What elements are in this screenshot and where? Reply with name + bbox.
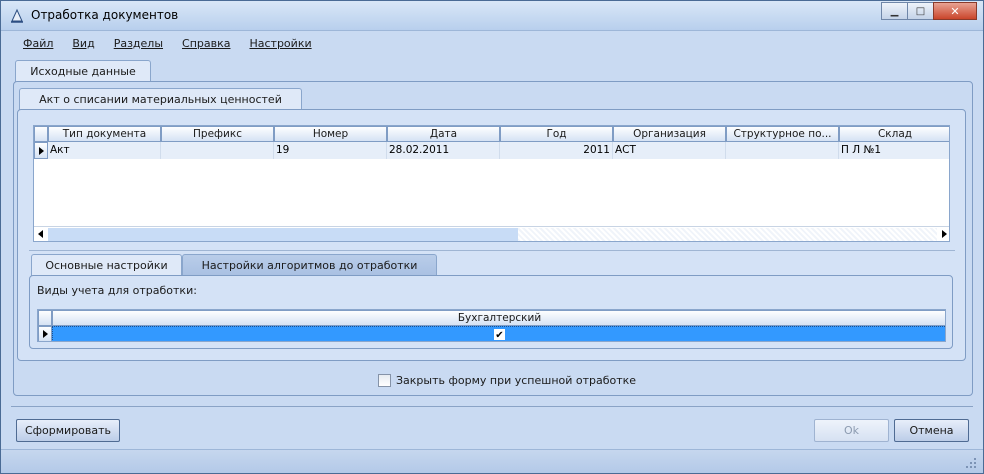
- current-row-arrow-icon: [43, 330, 48, 338]
- column-header-prefix[interactable]: Префикс: [161, 126, 274, 142]
- scroll-left-icon[interactable]: [38, 230, 43, 238]
- minimize-button[interactable]: ▁: [881, 2, 908, 20]
- table-cell[interactable]: [161, 142, 274, 159]
- tab-basic-settings[interactable]: Основные настройки: [31, 254, 182, 276]
- current-row-arrow-icon: [39, 147, 44, 155]
- row-indicator[interactable]: [34, 142, 48, 159]
- window-title: Отработка документов: [31, 8, 179, 22]
- window-controls: ▁ □ ✕: [881, 2, 977, 20]
- tab-source-data[interactable]: Исходные данные: [15, 60, 151, 82]
- close-icon: ✕: [950, 4, 960, 18]
- table-cell[interactable]: П Л №1: [839, 142, 949, 159]
- ok-button[interactable]: Ok: [814, 419, 889, 442]
- close-on-success-label[interactable]: Закрыть форму при успешной отработке: [396, 374, 636, 387]
- row-indicator[interactable]: [38, 326, 52, 341]
- scrollbar-thumb[interactable]: [48, 228, 518, 241]
- grid-separator: [29, 250, 955, 251]
- title-bar[interactable]: Отработка документов ▁ □ ✕: [1, 1, 983, 31]
- maximize-icon: □: [915, 5, 926, 17]
- accounting-checkbox-cell[interactable]: ✔: [52, 326, 945, 341]
- table-cell[interactable]: [726, 142, 839, 159]
- table-cell[interactable]: АСТ: [613, 142, 726, 159]
- documents-grid: Тип документа Префикс Номер Дата Год Орг…: [33, 125, 950, 242]
- menu-view[interactable]: Вид: [72, 37, 94, 50]
- menu-settings[interactable]: Настройки: [249, 37, 311, 50]
- document-processing-window: Отработка документов ▁ □ ✕ Файл Вид Разд…: [0, 0, 984, 474]
- cancel-button[interactable]: Отмена: [894, 419, 969, 442]
- menu-help[interactable]: Справка: [182, 37, 230, 50]
- grid-header-corner: [38, 310, 52, 326]
- close-on-success-checkbox[interactable]: [378, 374, 391, 387]
- grid-header-corner: [34, 126, 48, 142]
- table-cell[interactable]: 2011: [500, 142, 613, 159]
- minimize-icon: ▁: [890, 5, 899, 17]
- column-header-organization[interactable]: Организация: [613, 126, 726, 142]
- table-cell[interactable]: 19: [274, 142, 387, 159]
- app-icon: [11, 8, 23, 23]
- column-header-number[interactable]: Номер: [274, 126, 387, 142]
- accounting-types-label: Виды учета для отработки:: [37, 284, 197, 297]
- tab-algorithm-settings[interactable]: Настройки алгоритмов до отработки: [182, 254, 437, 276]
- horizontal-scrollbar[interactable]: [34, 226, 949, 241]
- column-header-warehouse[interactable]: Склад: [839, 126, 949, 142]
- menu-bar: Файл Вид Разделы Справка Настройки: [11, 32, 973, 54]
- column-header-doc-type[interactable]: Тип документа: [48, 126, 161, 142]
- menu-sections[interactable]: Разделы: [114, 37, 163, 50]
- accounting-grid: Бухгалтерский ✔: [37, 309, 946, 342]
- column-header-accounting[interactable]: Бухгалтерский: [52, 310, 945, 326]
- scroll-right-icon[interactable]: [942, 230, 947, 238]
- column-header-year[interactable]: Год: [500, 126, 613, 142]
- generate-button[interactable]: Сформировать: [16, 419, 120, 442]
- maximize-button[interactable]: □: [907, 2, 934, 20]
- table-cell[interactable]: Акт: [48, 142, 161, 159]
- status-bar: [1, 449, 983, 473]
- tab-write-off-act[interactable]: Акт о списании материальных ценностей: [19, 88, 302, 110]
- scrollbar-track[interactable]: [518, 228, 937, 241]
- close-button[interactable]: ✕: [933, 2, 977, 20]
- menu-file[interactable]: Файл: [23, 37, 53, 50]
- column-header-structural-unit[interactable]: Структурное по...: [726, 126, 839, 142]
- resize-grip-icon[interactable]: [965, 457, 977, 469]
- column-header-date[interactable]: Дата: [387, 126, 500, 142]
- checkmark-icon[interactable]: ✔: [494, 329, 505, 341]
- table-cell[interactable]: 28.02.2011: [387, 142, 500, 159]
- footer-separator: [11, 406, 973, 407]
